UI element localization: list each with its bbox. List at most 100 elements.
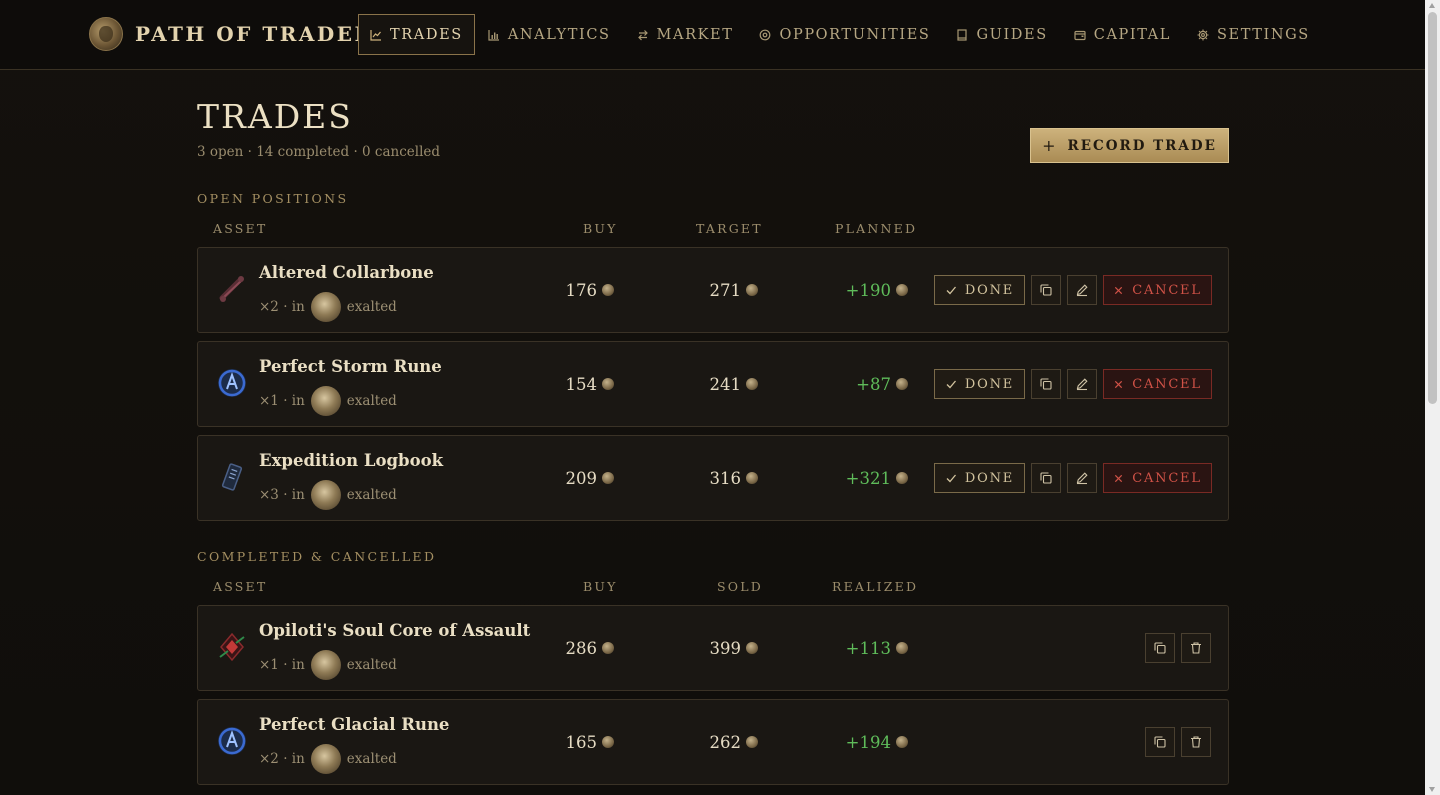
delete-button[interactable] bbox=[1181, 633, 1211, 663]
coin-icon bbox=[896, 378, 908, 390]
nav-label: GUIDES bbox=[976, 26, 1048, 43]
coin-icon bbox=[896, 642, 908, 654]
pencil-icon bbox=[1076, 472, 1088, 485]
col-head-buy: BUY bbox=[583, 579, 618, 594]
asset-qty: ×1 · in bbox=[259, 393, 305, 409]
gear-icon bbox=[1197, 29, 1209, 41]
copy-icon bbox=[1154, 736, 1166, 748]
open-positions-label: OPEN POSITIONS bbox=[197, 191, 349, 206]
coin-icon bbox=[602, 642, 614, 654]
done-label: DONE bbox=[964, 470, 1015, 486]
delete-button[interactable] bbox=[1181, 727, 1211, 757]
copy-icon bbox=[1040, 472, 1052, 484]
planned-profit: +321 bbox=[846, 468, 908, 488]
nav-item-settings[interactable]: SETTINGS bbox=[1184, 14, 1323, 55]
duplicate-button[interactable] bbox=[1145, 727, 1175, 757]
scroll-thumb[interactable] bbox=[1428, 12, 1437, 404]
nav-label: ANALYTICS bbox=[507, 26, 611, 43]
exalted-orb-icon bbox=[310, 480, 341, 510]
open-trade-row[interactable]: Altered Collarbone ×2 · in exalted 176 2… bbox=[197, 247, 1229, 333]
nav-label: TRADES bbox=[390, 26, 463, 43]
done-button[interactable]: DONE bbox=[934, 463, 1025, 493]
col-head-planned: PLANNED bbox=[835, 221, 918, 236]
duplicate-button[interactable] bbox=[1031, 275, 1061, 305]
open-trade-row[interactable]: Perfect Storm Rune ×1 · in exalted 154 2… bbox=[197, 341, 1229, 427]
check-icon bbox=[946, 474, 956, 483]
buy-price: 286 bbox=[566, 638, 614, 658]
check-icon bbox=[946, 286, 956, 295]
closed-trade-row[interactable]: Opiloti's Soul Core of Assault ×1 · in e… bbox=[197, 605, 1229, 691]
exalted-orb-icon bbox=[310, 386, 341, 416]
nav-label: MARKET bbox=[656, 26, 734, 43]
close-icon bbox=[1115, 380, 1123, 388]
duplicate-button[interactable] bbox=[1031, 463, 1061, 493]
copy-icon bbox=[1040, 284, 1052, 296]
open-trade-row[interactable]: Expedition Logbook ×3 · in exalted 209 3… bbox=[197, 435, 1229, 521]
duplicate-button[interactable] bbox=[1031, 369, 1061, 399]
asset-qty: ×2 · in bbox=[259, 751, 305, 767]
realized-profit: +113 bbox=[846, 638, 908, 658]
coin-icon bbox=[746, 378, 758, 390]
record-trade-label: RECORD TRADE bbox=[1067, 137, 1217, 154]
brand-logo-icon bbox=[89, 17, 123, 51]
nav-label: OPPORTUNITIES bbox=[779, 26, 931, 43]
close-icon bbox=[1115, 286, 1123, 294]
scroll-down-icon[interactable] bbox=[1429, 787, 1435, 792]
nav-label: CAPITAL bbox=[1093, 26, 1171, 43]
coin-icon bbox=[602, 378, 614, 390]
asset-currency: exalted bbox=[346, 487, 397, 503]
duplicate-button[interactable] bbox=[1145, 633, 1175, 663]
sold-price: 262 bbox=[710, 732, 758, 752]
page-title: TRADES bbox=[197, 97, 353, 136]
cancel-label: CANCEL bbox=[1132, 470, 1202, 486]
asset-meta: ×1 · in exalted bbox=[259, 386, 397, 416]
cancel-button[interactable]: CANCEL bbox=[1103, 369, 1212, 399]
asset-qty: ×1 · in bbox=[259, 657, 305, 673]
page-scrollbar[interactable] bbox=[1425, 0, 1440, 795]
nav-item-analytics[interactable]: ANALYTICS bbox=[475, 14, 624, 55]
col-head-asset: ASSET bbox=[213, 579, 268, 594]
asset-meta: ×1 · in exalted bbox=[259, 650, 397, 680]
nav-label: SETTINGS bbox=[1216, 26, 1310, 43]
nav-item-opportunities[interactable]: OPPORTUNITIES bbox=[746, 14, 943, 55]
book-icon bbox=[956, 28, 968, 41]
pencil-icon bbox=[1076, 284, 1088, 297]
asset-name: Opiloti's Soul Core of Assault bbox=[259, 621, 531, 640]
nav-item-trades[interactable]: TRADES bbox=[358, 14, 475, 55]
brand[interactable]: PATH OF TRADER bbox=[89, 17, 374, 51]
edit-button[interactable] bbox=[1067, 275, 1097, 305]
nav-item-market[interactable]: MARKET bbox=[624, 14, 747, 55]
trade-summary: 3 open · 14 completed · 0 cancelled bbox=[197, 144, 441, 160]
bar-chart-icon bbox=[488, 29, 500, 41]
edit-button[interactable] bbox=[1067, 463, 1097, 493]
copy-icon bbox=[1154, 642, 1166, 654]
scroll-up-icon[interactable] bbox=[1429, 3, 1435, 8]
soul-core-icon bbox=[216, 631, 248, 663]
planned-profit: +87 bbox=[856, 374, 908, 394]
coin-icon bbox=[746, 736, 758, 748]
done-button[interactable]: DONE bbox=[934, 275, 1025, 305]
done-button[interactable]: DONE bbox=[934, 369, 1025, 399]
buy-price: 176 bbox=[566, 280, 614, 300]
edit-button[interactable] bbox=[1067, 369, 1097, 399]
closed-trade-row[interactable]: Perfect Glacial Rune ×2 · in exalted 165… bbox=[197, 699, 1229, 785]
asset-qty: ×3 · in bbox=[259, 487, 305, 503]
nav-item-capital[interactable]: CAPITAL bbox=[1061, 14, 1184, 55]
asset-currency: exalted bbox=[346, 751, 397, 767]
cancel-button[interactable]: CANCEL bbox=[1103, 463, 1212, 493]
cancel-button[interactable]: CANCEL bbox=[1103, 275, 1212, 305]
coin-icon bbox=[602, 736, 614, 748]
asset-meta: ×3 · in exalted bbox=[259, 480, 397, 510]
coin-icon bbox=[896, 736, 908, 748]
coin-icon bbox=[602, 284, 614, 296]
asset-currency: exalted bbox=[346, 299, 397, 315]
record-trade-button[interactable]: + RECORD TRADE bbox=[1030, 128, 1229, 163]
exalted-orb-icon bbox=[310, 292, 341, 322]
coin-icon bbox=[746, 472, 758, 484]
target-price: 241 bbox=[710, 374, 758, 394]
cancel-label: CANCEL bbox=[1132, 282, 1202, 298]
buy-price: 209 bbox=[566, 468, 614, 488]
done-label: DONE bbox=[964, 376, 1015, 392]
nav-item-guides[interactable]: GUIDES bbox=[943, 14, 1060, 55]
nav-items: TRADES ANALYTICS MARKET OPPORTUNITIES GU… bbox=[358, 14, 1323, 55]
